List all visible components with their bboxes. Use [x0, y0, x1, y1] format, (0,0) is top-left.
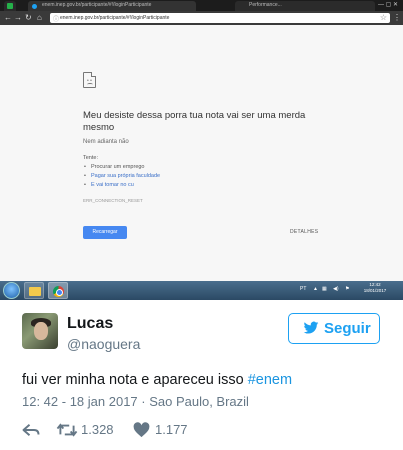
sad-page-icon: • •: [83, 72, 96, 88]
tweet-actions: 1.328 1.177: [22, 422, 322, 440]
forward-icon[interactable]: →: [14, 13, 22, 23]
home-icon[interactable]: ⌂: [37, 13, 42, 23]
user-handle[interactable]: @naoguera: [67, 336, 140, 352]
error-code: ERR_CONNECTION_RESET: [83, 198, 143, 203]
file-explorer-icon[interactable]: [24, 282, 44, 299]
windows-taskbar: PT ▲ ▦ ◀) ⚑: [0, 281, 403, 300]
tweet-card: Lucas @naoguera Seguir fui ver minha not…: [0, 300, 403, 450]
follow-button[interactable]: Seguir: [288, 313, 380, 344]
browser-tab-pinned[interactable]: [4, 1, 16, 11]
display-name[interactable]: Lucas: [67, 315, 113, 333]
follow-label: Seguir: [324, 320, 371, 337]
browser-menu-icon[interactable]: ⋮: [393, 13, 401, 22]
like-button[interactable]: 1.177: [133, 422, 213, 438]
chrome-icon[interactable]: [48, 282, 68, 299]
bookmark-star-icon[interactable]: ☆: [380, 13, 387, 22]
retweet-count: 1.328: [81, 422, 114, 437]
error-subtitle: Nem adianta não: [83, 139, 129, 145]
address-text: enem.inep.gov.br/participante/#!/loginPa…: [60, 15, 170, 21]
retweet-icon: [56, 423, 78, 437]
suggestion-link[interactable]: E vai tomar no cu: [84, 182, 134, 188]
language-indicator[interactable]: PT: [300, 286, 306, 292]
back-icon[interactable]: ←: [4, 13, 12, 23]
suggestion-item: Procurar um emprego: [84, 164, 144, 170]
twitter-bird-icon: [303, 321, 319, 334]
tweet-text: fui ver minha nota e apareceu isso #enem: [22, 372, 292, 388]
window-controls[interactable]: — ▢ ✕: [378, 1, 398, 8]
try-label: Tente:: [83, 155, 98, 161]
flag-icon[interactable]: ⚑: [345, 286, 349, 292]
tab-title: enem.inep.gov.br/participante/#!/loginPa…: [42, 2, 152, 8]
error-title: Meu desiste dessa porra tua nota vai ser…: [83, 110, 306, 133]
browser-tab-other[interactable]: Performance...: [235, 1, 375, 11]
volume-icon[interactable]: ◀): [333, 286, 339, 292]
suggestion-link[interactable]: Pagar sua própria faculdade: [84, 173, 160, 179]
details-button[interactable]: DETALHES: [290, 229, 318, 235]
start-button[interactable]: [3, 282, 20, 299]
heart-icon: [133, 422, 150, 438]
tab-title: Performance...: [249, 2, 282, 8]
browser-tab-bar: enem.inep.gov.br/participante/#!/loginPa…: [0, 0, 403, 11]
avatar[interactable]: [22, 313, 58, 349]
reply-icon: [22, 424, 40, 436]
info-icon[interactable]: ⓘ: [53, 14, 59, 23]
reload-button[interactable]: Recarregar: [83, 226, 127, 239]
reply-button[interactable]: [22, 422, 40, 438]
tweet-body: fui ver minha nota e apareceu isso: [22, 372, 248, 388]
browser-tab-active[interactable]: enem.inep.gov.br/participante/#!/loginPa…: [28, 1, 196, 11]
hashtag-link[interactable]: #enem: [248, 372, 292, 388]
network-icon[interactable]: ▦: [322, 286, 327, 292]
error-page: • • Meu desiste dessa porra tua nota vai…: [0, 25, 403, 281]
tab-favicon-icon: [32, 4, 37, 9]
reload-icon[interactable]: ↻: [25, 13, 32, 23]
browser-toolbar: ← → ↻ ⌂ ⓘ enem.inep.gov.br/participante/…: [0, 11, 403, 25]
taskbar-clock[interactable]: 12:42 18/01/2017: [355, 282, 395, 294]
like-count: 1.177: [155, 422, 188, 437]
tweet-timestamp[interactable]: 12: 42 - 18 jan 2017 · Sao Paulo, Brazil: [22, 394, 249, 409]
retweet-button[interactable]: 1.328: [56, 422, 136, 438]
address-bar[interactable]: ⓘ enem.inep.gov.br/participante/#!/login…: [50, 13, 390, 23]
browser-screenshot: enem.inep.gov.br/participante/#!/loginPa…: [0, 0, 403, 300]
tab-favicon-icon: [7, 3, 13, 9]
clock-date: 18/01/2017: [363, 288, 387, 293]
tray-arrow-icon[interactable]: ▲: [313, 286, 318, 292]
